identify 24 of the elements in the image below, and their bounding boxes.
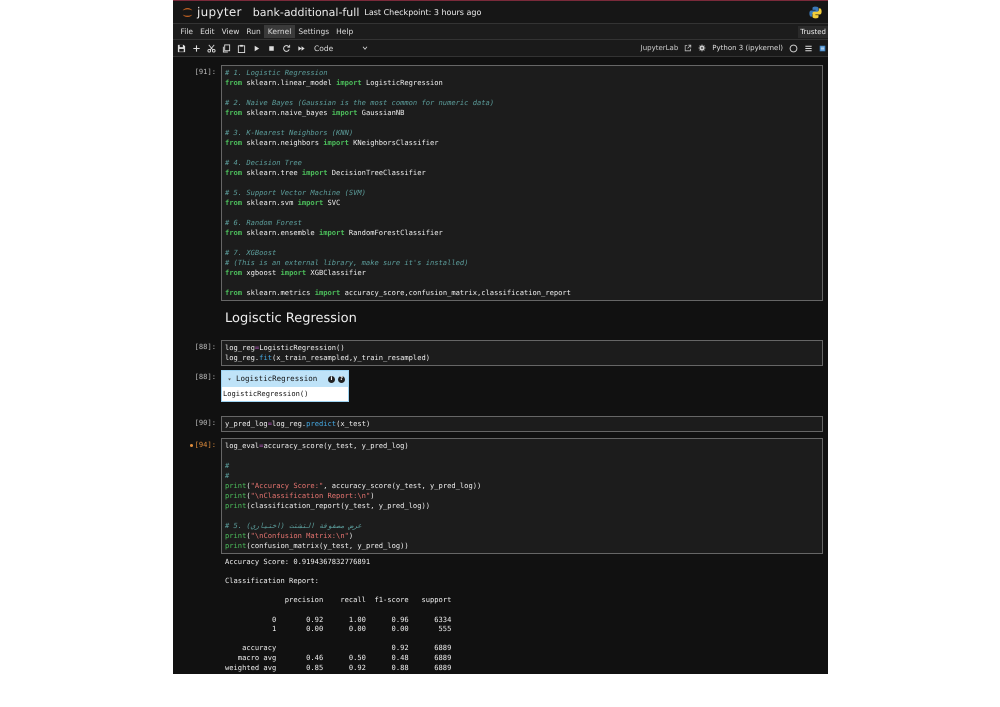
restart-icon[interactable] — [282, 44, 291, 52]
save-icon[interactable] — [177, 44, 186, 52]
stop-icon[interactable] — [267, 44, 276, 52]
code-input[interactable] — [221, 438, 823, 554]
gear-icon[interactable] — [698, 44, 706, 52]
code-input[interactable] — [221, 65, 823, 301]
caret-icon[interactable] — [226, 376, 233, 382]
checkpoint-status: Last Checkpoint: 3 hours ago — [364, 8, 482, 16]
cut-icon[interactable] — [207, 44, 216, 52]
jupyter-logo: jupyter — [181, 5, 242, 19]
menu-icon[interactable] — [804, 44, 813, 52]
external-link-icon[interactable] — [684, 44, 692, 52]
fast-forward-icon[interactable] — [297, 44, 306, 52]
caret-icon — [361, 44, 370, 52]
paste-icon[interactable] — [237, 44, 246, 52]
panel-icon[interactable] — [819, 44, 826, 52]
add-cell-icon[interactable] — [192, 44, 201, 52]
notebook-title[interactable]: bank-additional-full — [252, 6, 360, 18]
copy-icon[interactable] — [222, 44, 231, 52]
python-logo-icon — [809, 6, 822, 18]
section-heading: Logisctic Regression — [225, 311, 358, 326]
jupyter-logo-icon — [181, 6, 194, 18]
kernel-status-icon — [789, 44, 798, 52]
run-icon[interactable] — [252, 44, 261, 52]
